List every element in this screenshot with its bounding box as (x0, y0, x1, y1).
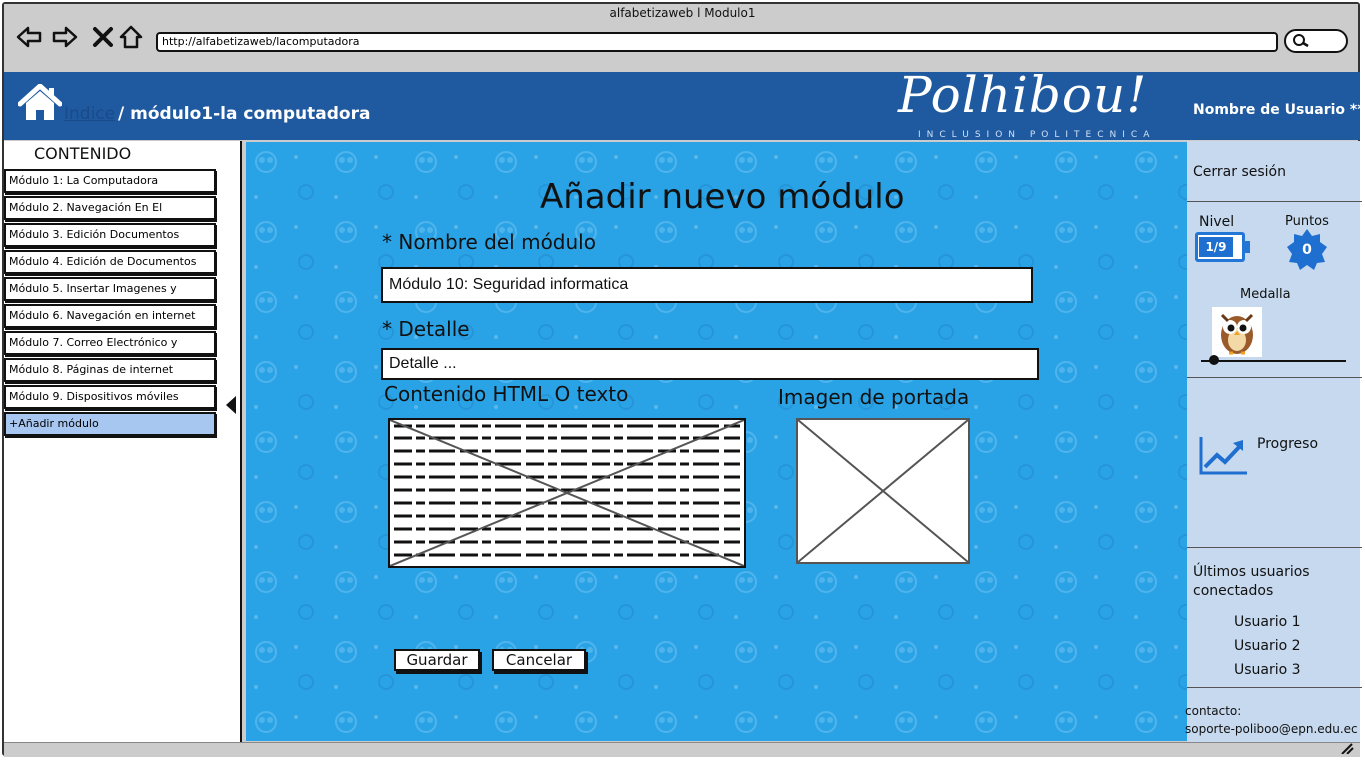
close-icon[interactable] (90, 24, 116, 50)
url-bar[interactable]: http://alfabetizaweb/lacomputadora (156, 32, 1278, 52)
back-icon[interactable] (16, 24, 42, 50)
sidebar-title: CONTENIDO (34, 144, 132, 163)
owl-medal-icon (1212, 307, 1262, 357)
collapse-sidebar-arrow-icon[interactable] (226, 396, 236, 414)
sidebar-item-modulo-7[interactable]: Módulo 7. Correo Electrónico y (4, 331, 216, 355)
home-icon[interactable] (18, 84, 62, 122)
sidebar-item-add-module[interactable]: +Añadir módulo (4, 412, 216, 436)
status-bar (4, 742, 1360, 757)
user-list-item[interactable]: Usuario 3 (1234, 662, 1301, 678)
last-users-title: Últimos usuarios conectados (1193, 564, 1310, 599)
window-title: alfabetizaweb l Modulo1 (609, 6, 756, 20)
detail-input[interactable] (381, 348, 1039, 380)
sidebar-item-modulo-6[interactable]: Módulo 6. Navegación en internet (4, 304, 216, 328)
site-logo: Polhibou! (898, 66, 1148, 124)
points-value: 0 (1302, 242, 1312, 258)
cancel-button[interactable]: Cancelar (492, 649, 586, 671)
html-content-label: Contenido HTML O texto (384, 382, 629, 406)
sidebar-item-modulo-9[interactable]: Módulo 9. Dispositivos móviles (4, 385, 216, 409)
medal-slider-knob[interactable] (1209, 355, 1219, 365)
sidebar-item-modulo-3[interactable]: Módulo 3. Edición Documentos (4, 223, 216, 247)
user-list-item[interactable]: Usuario 1 (1234, 614, 1301, 630)
divider (1187, 687, 1362, 688)
user-list-item[interactable]: Usuario 2 (1234, 638, 1301, 654)
home-nav-icon[interactable] (118, 24, 144, 50)
sidebar-item-modulo-2[interactable]: Módulo 2. Navegación En El (4, 196, 216, 220)
level-label: Nivel (1199, 214, 1235, 230)
username[interactable]: Nombre de Usuario ** (1193, 102, 1365, 118)
image-placeholder-icon (797, 419, 969, 563)
html-content-editor[interactable] (388, 418, 746, 568)
medal-slider-track[interactable] (1201, 360, 1346, 362)
resize-grip-icon[interactable] (1338, 742, 1354, 754)
sidebar-item-modulo-5[interactable]: Módulo 5. Insertar Imagenes y (4, 277, 216, 301)
logout-link[interactable]: Cerrar sesión (1193, 164, 1286, 180)
divider (1187, 547, 1362, 548)
breadcrumb-current: / módulo1-la computadora (118, 104, 371, 124)
divider (1187, 377, 1362, 378)
divider (1187, 201, 1362, 202)
sidebar-item-modulo-1[interactable]: Módulo 1: La Computadora (4, 169, 216, 193)
sidebar-item-modulo-8[interactable]: Módulo 8. Páginas de internet (4, 358, 216, 382)
progress-chart-icon[interactable] (1199, 435, 1249, 475)
logo-subtitle: INCLUSION POLITECNICA (918, 130, 1156, 140)
search-icon (1293, 34, 1309, 48)
cover-image-placeholder[interactable] (796, 418, 970, 564)
search-button[interactable] (1284, 29, 1348, 53)
level-value: 1/9 (1199, 237, 1233, 257)
cover-image-label: Imagen de portada (778, 385, 970, 409)
detail-field-label: * Detalle (382, 317, 470, 341)
contact-label: contacto: (1185, 704, 1242, 718)
battery-tip (1245, 241, 1250, 253)
placeholder-text-scribble (390, 420, 744, 566)
page-title: Añadir nuevo módulo (540, 177, 905, 217)
medal-label: Medalla (1240, 287, 1291, 302)
module-name-input[interactable] (381, 267, 1033, 303)
progress-link[interactable]: Progreso (1257, 436, 1318, 452)
contact-email[interactable]: soporte-poliboo@epn.edu.ec (1185, 722, 1358, 736)
save-button[interactable]: Guardar (394, 649, 480, 671)
points-label: Puntos (1285, 214, 1329, 229)
sidebar-item-modulo-4[interactable]: Módulo 4. Edición de Documentos (4, 250, 216, 274)
breadcrumb-link-indice[interactable]: Indice (64, 104, 115, 124)
forward-icon[interactable] (52, 24, 78, 50)
name-field-label: * Nombre del módulo (382, 230, 596, 254)
